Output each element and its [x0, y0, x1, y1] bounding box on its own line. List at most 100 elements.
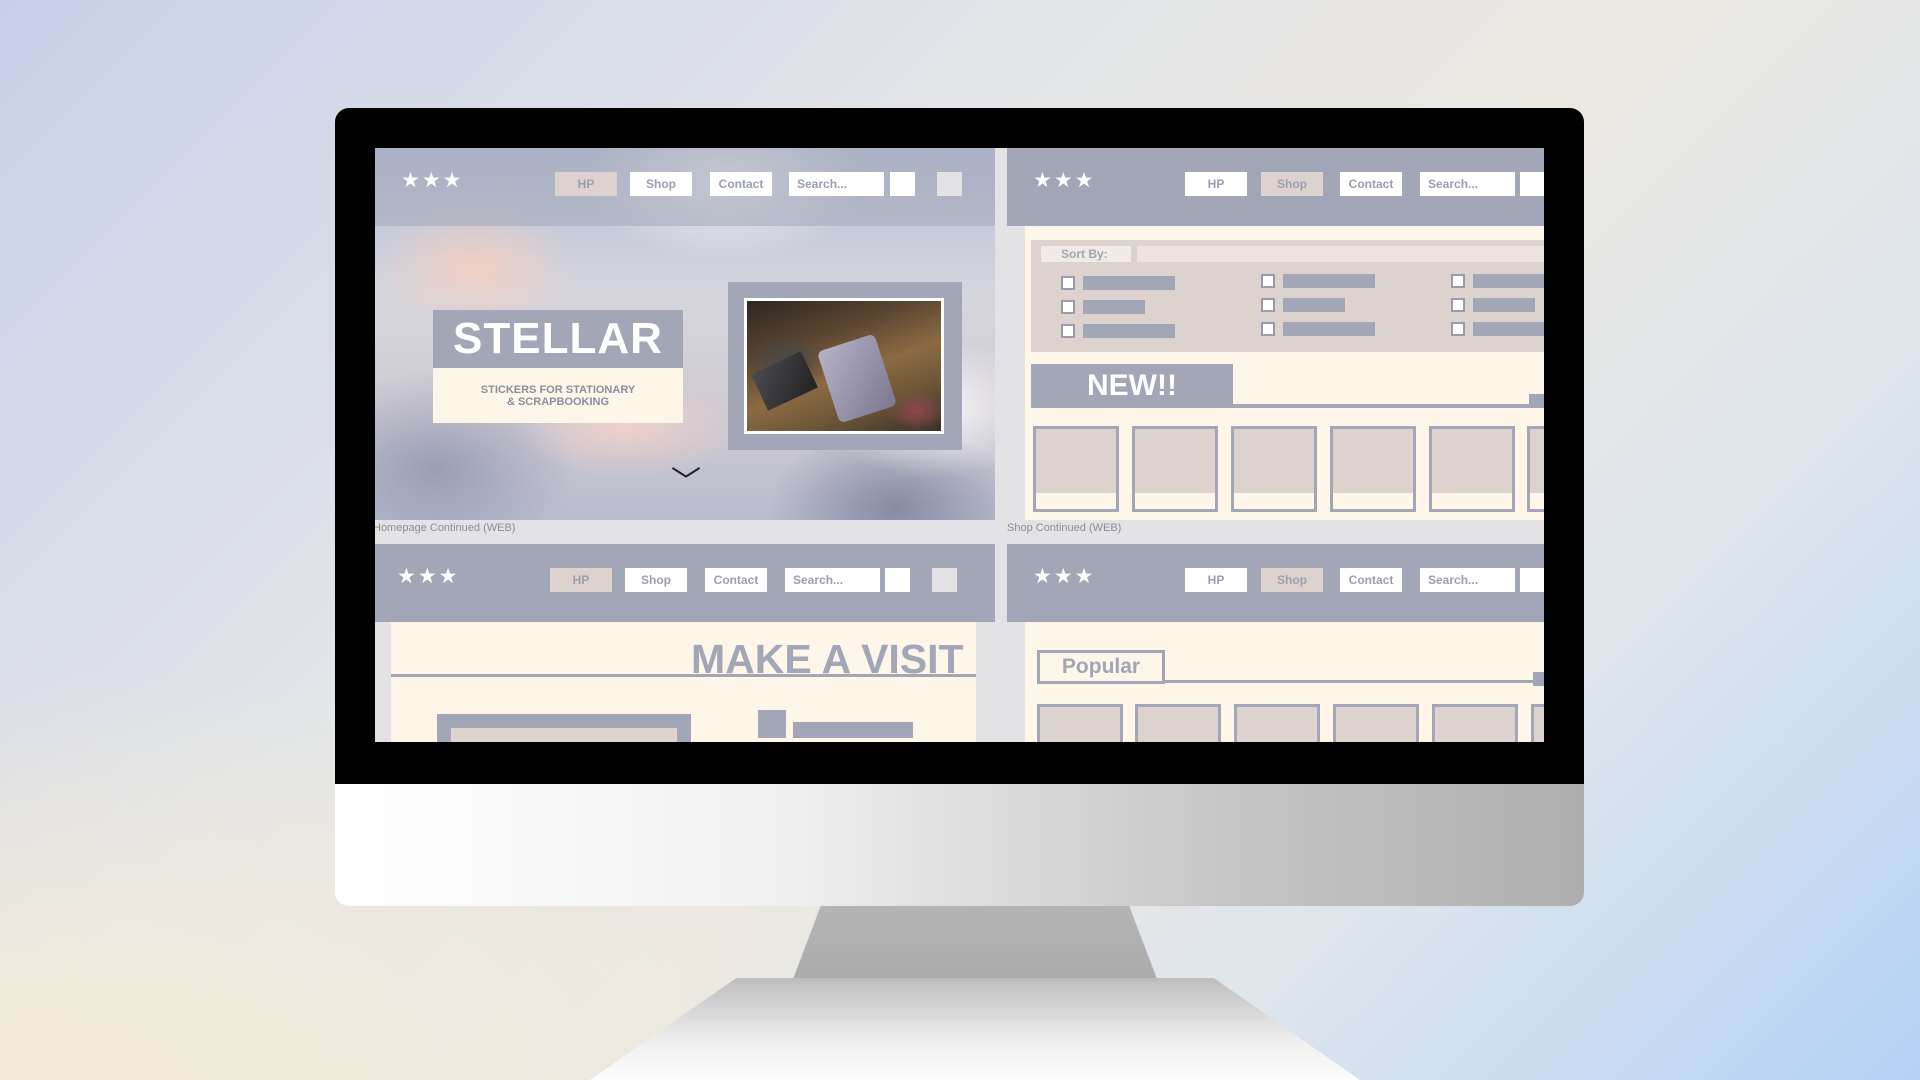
- visit-nav: ★ ★ ★ HP Shop Contact Search...: [375, 544, 995, 622]
- search-button[interactable]: [1520, 568, 1544, 592]
- star-icon: ★: [421, 169, 441, 192]
- cart-button[interactable]: [932, 568, 957, 592]
- sort-by-text: Sort By:: [1061, 247, 1108, 261]
- cart-button[interactable]: [937, 172, 962, 196]
- search-button[interactable]: [1520, 172, 1544, 196]
- visit-heading-underline: [391, 674, 976, 677]
- nav-shop-button[interactable]: Shop: [630, 172, 692, 196]
- filter-option-label: [1473, 298, 1535, 312]
- homepage-caption: Homepage Continued (WEB): [375, 522, 516, 534]
- logo-stars-icon[interactable]: ★ ★ ★: [401, 170, 461, 191]
- filter-checkbox[interactable]: [1261, 274, 1275, 288]
- search-input[interactable]: Search...: [1420, 172, 1515, 196]
- nav-shop-button[interactable]: Shop: [1261, 568, 1323, 592]
- product-card[interactable]: [1231, 426, 1317, 512]
- nav-shop-button[interactable]: Shop: [625, 568, 687, 592]
- sort-by-select[interactable]: [1137, 246, 1544, 262]
- hero-subtitle-line2: & SCRAPBOOKING: [506, 395, 610, 408]
- hero-photo-frame: [728, 282, 962, 450]
- filter-checkbox[interactable]: [1261, 322, 1275, 336]
- hero-title-box: STELLAR: [433, 310, 683, 368]
- visit-image: [451, 728, 677, 742]
- nav-contact-button[interactable]: Contact: [705, 568, 767, 592]
- homepage-panel: ★ ★ ★ HP Shop Contact Search... STELLAR …: [375, 148, 995, 520]
- search-input[interactable]: Search...: [785, 568, 880, 592]
- nav-contact-button[interactable]: Contact: [1340, 172, 1402, 196]
- product-card[interactable]: [1234, 704, 1320, 742]
- filter-option-label: [1283, 298, 1345, 312]
- filter-checkbox[interactable]: [1061, 300, 1075, 314]
- search-input[interactable]: Search...: [789, 172, 884, 196]
- filter-panel: Sort By: Sort By:: [1031, 240, 1544, 352]
- nav-hp-button[interactable]: HP: [1185, 568, 1247, 592]
- logo-stars-icon[interactable]: ★ ★ ★: [1033, 170, 1093, 191]
- star-icon: ★: [438, 565, 458, 588]
- sort-by-tag: Sort By:: [1041, 246, 1131, 262]
- star-icon: ★: [1033, 169, 1052, 192]
- filter-checkbox[interactable]: [1451, 274, 1465, 288]
- product-card[interactable]: [1033, 426, 1119, 512]
- nav-hp-button[interactable]: HP: [555, 172, 617, 196]
- filter-option-label: [1083, 324, 1175, 338]
- product-card[interactable]: [1135, 704, 1221, 742]
- visit-image-frame: [437, 714, 691, 742]
- nav-shop-button[interactable]: Shop: [1261, 172, 1323, 196]
- carousel-arrow[interactable]: [1533, 672, 1544, 686]
- nav-contact-button[interactable]: Contact: [710, 172, 772, 196]
- shop-side-strip: [1007, 226, 1025, 520]
- search-input[interactable]: Search...: [1420, 568, 1515, 592]
- star-icon: ★: [1074, 565, 1094, 588]
- monitor-stand-base: [590, 978, 1360, 1080]
- filter-checkbox[interactable]: [1061, 276, 1075, 290]
- visit-icon-block: [758, 710, 786, 738]
- filter-checkbox[interactable]: [1261, 298, 1275, 312]
- carousel-arrow[interactable]: [1529, 394, 1544, 408]
- nav-contact-button[interactable]: Contact: [1340, 568, 1402, 592]
- product-card[interactable]: [1037, 704, 1123, 742]
- filter-checkbox[interactable]: [1061, 324, 1075, 338]
- popular-heading: Popular: [1061, 655, 1141, 678]
- star-icon: ★: [1033, 565, 1052, 588]
- shop-caption: Shop Continued (WEB): [1007, 522, 1122, 534]
- product-card[interactable]: [1429, 426, 1515, 512]
- shop-popular-nav: ★ ★ ★ HP Shop Contact Search...: [1007, 544, 1544, 622]
- screen: ★ ★ ★ HP Shop Contact Search... STELLAR …: [375, 148, 1544, 742]
- hero-subtitle-box: STICKERS FOR STATIONARY & SCRAPBOOKING: [433, 368, 683, 423]
- popular-side-strip: [1007, 622, 1025, 742]
- filter-option-label: [1083, 276, 1175, 290]
- star-icon: ★: [1053, 565, 1073, 588]
- shop-popular-panel: ★ ★ ★ HP Shop Contact Search... Popular: [1007, 544, 1544, 742]
- sticker-box: [751, 351, 818, 411]
- search-button[interactable]: [890, 172, 915, 196]
- star-icon: ★: [1053, 169, 1073, 192]
- filter-checkbox[interactable]: [1451, 298, 1465, 312]
- product-photo: [744, 298, 944, 434]
- search-button[interactable]: [885, 568, 910, 592]
- sticker-roll-dispenser: [816, 333, 898, 424]
- hero-subtitle-line1: STICKERS FOR STATIONARY: [480, 383, 636, 396]
- product-card[interactable]: [1432, 704, 1518, 742]
- visit-info-bar: [793, 722, 913, 738]
- product-card[interactable]: [1333, 704, 1419, 742]
- product-card[interactable]: [1531, 704, 1544, 742]
- visit-left-strip: [375, 622, 391, 742]
- filter-option-label: [1473, 274, 1544, 288]
- filter-option-label: [1473, 322, 1544, 336]
- filter-checkbox[interactable]: [1451, 322, 1465, 336]
- scroll-down-chevron-icon[interactable]: ﹀: [671, 468, 701, 498]
- visit-panel: ★ ★ ★ HP Shop Contact Search... MAKE A V…: [375, 544, 995, 742]
- nav-hp-button[interactable]: HP: [550, 568, 612, 592]
- shop-nav: ★ ★ ★ HP Shop Contact Search...: [1007, 148, 1544, 226]
- logo-stars-icon[interactable]: ★ ★ ★: [397, 566, 457, 587]
- star-icon: ★: [397, 565, 416, 588]
- shop-panel: ★ ★ ★ HP Shop Contact Search... Sort By:…: [1007, 148, 1544, 520]
- product-card[interactable]: [1330, 426, 1416, 512]
- logo-stars-icon[interactable]: ★ ★ ★: [1033, 566, 1093, 587]
- new-heading: NEW!!: [1087, 369, 1177, 402]
- product-card[interactable]: [1132, 426, 1218, 512]
- product-card[interactable]: [1527, 426, 1544, 512]
- nav-hp-button[interactable]: HP: [1185, 172, 1247, 196]
- visit-right-strip: [976, 622, 995, 742]
- homepage-nav: ★ ★ ★ HP Shop Contact Search...: [375, 148, 995, 226]
- monitor-chin: [335, 784, 1584, 906]
